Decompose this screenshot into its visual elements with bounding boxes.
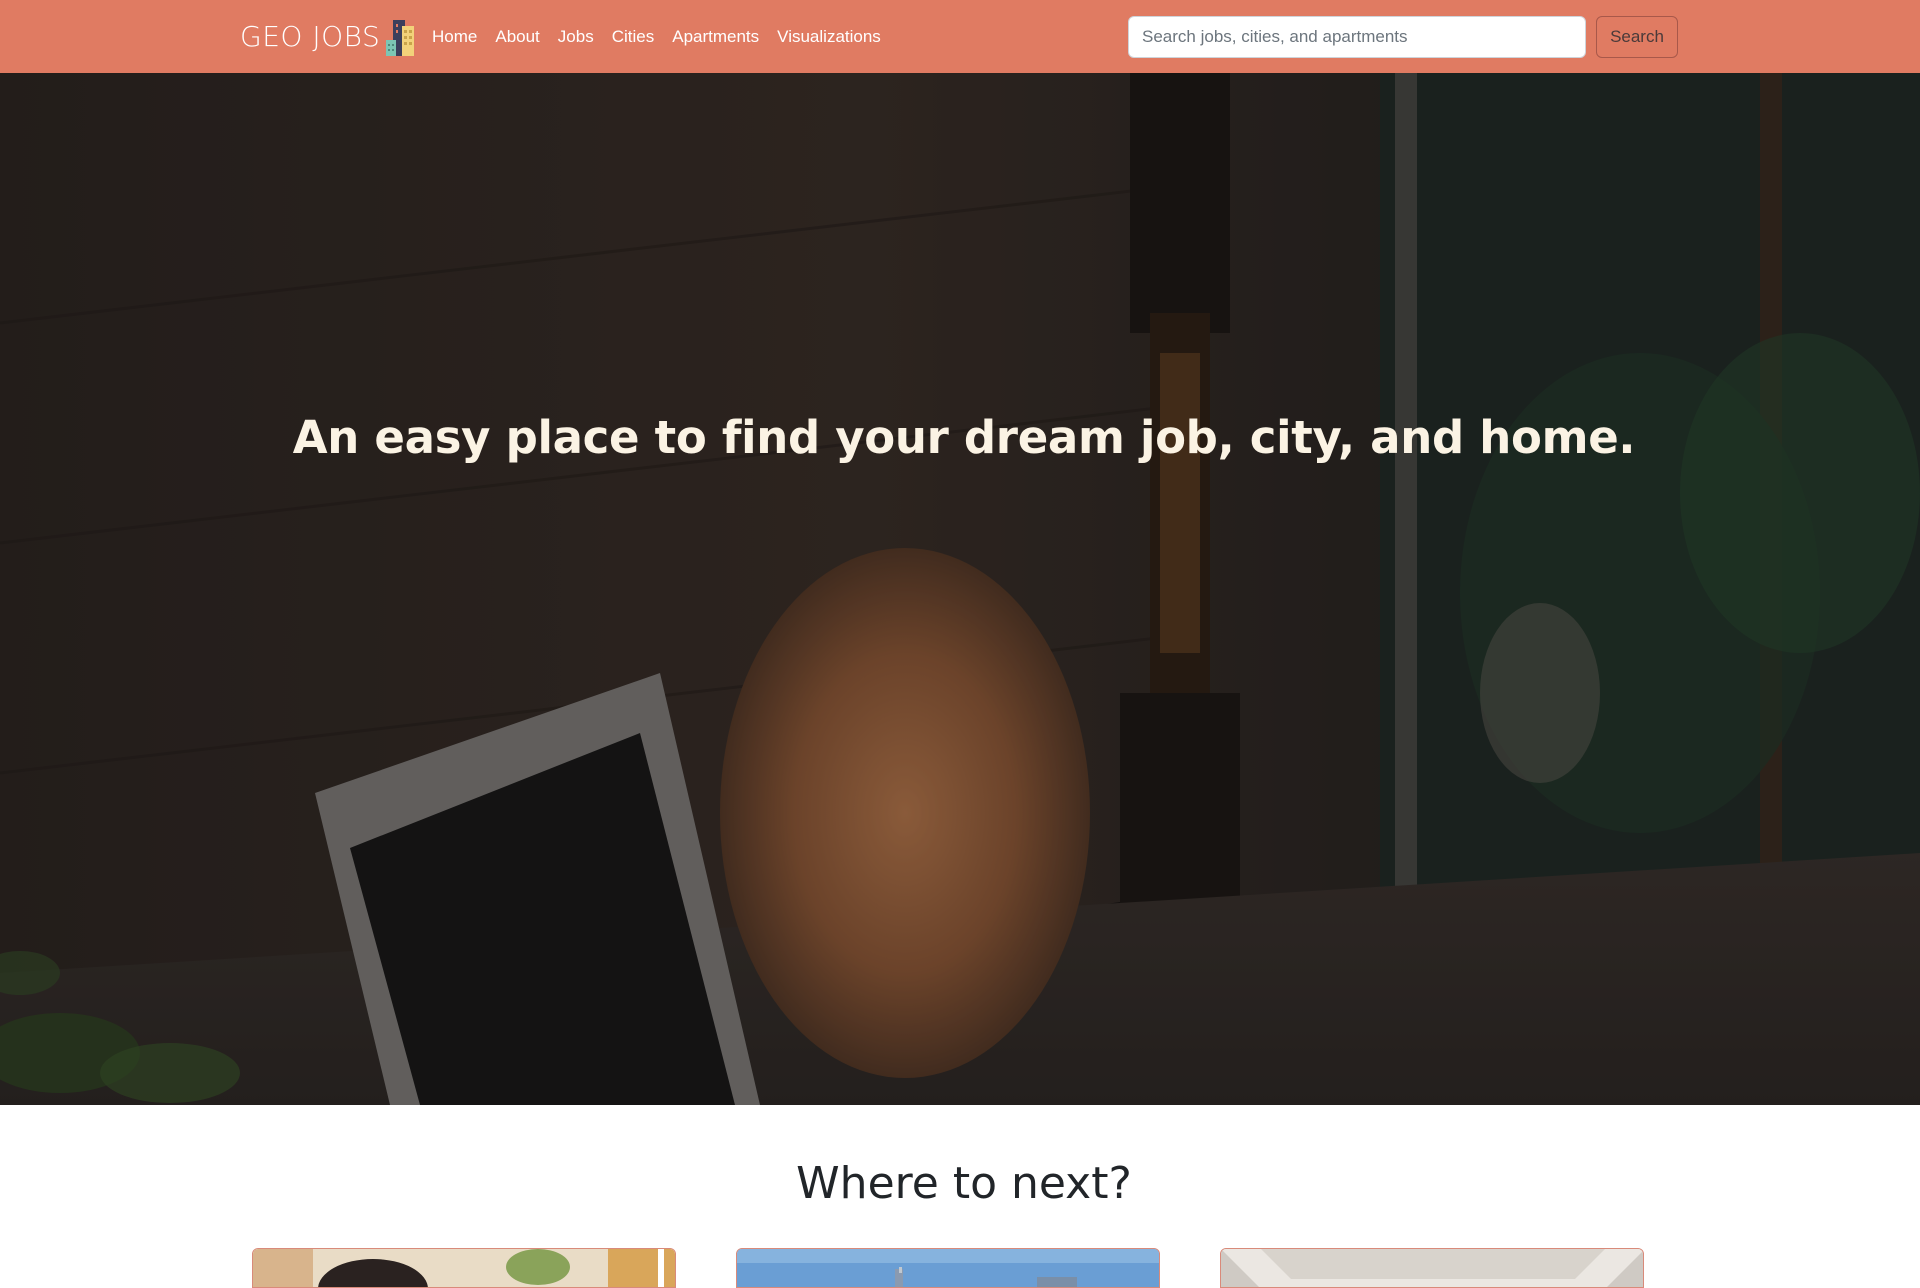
hero-banner: An easy place to find your dream job, ci… xyxy=(0,73,1920,1105)
nav-links: Home About Jobs Cities Apartments Visual… xyxy=(432,0,899,73)
nav-visualizations[interactable]: Visualizations xyxy=(777,27,881,47)
nav-apartments[interactable]: Apartments xyxy=(672,27,759,47)
jobs-card-image xyxy=(253,1249,675,1287)
nav-home[interactable]: Home xyxy=(432,27,477,47)
section-title: Where to next? xyxy=(796,1158,1132,1209)
hero-title: An easy place to find your dream job, ci… xyxy=(292,411,1636,464)
cities-card[interactable] xyxy=(736,1248,1160,1288)
brand-link[interactable]: GEO JOBS xyxy=(240,14,416,58)
nav-cities[interactable]: Cities xyxy=(612,27,655,47)
jobs-card[interactable] xyxy=(252,1248,676,1288)
apartments-card[interactable] xyxy=(1220,1248,1644,1288)
navbar: GEO JOBS Home About Jobs Cities Apartmen… xyxy=(0,0,1920,73)
hero-overlay xyxy=(0,73,1920,1105)
apartments-card-image xyxy=(1221,1249,1643,1287)
nav-about[interactable]: About xyxy=(495,27,539,47)
nav-jobs[interactable]: Jobs xyxy=(558,27,594,47)
cities-card-image xyxy=(737,1249,1159,1287)
search-button[interactable]: Search xyxy=(1596,16,1678,58)
search-input[interactable] xyxy=(1128,16,1586,58)
city-buildings-icon xyxy=(386,20,415,56)
brand-name: GEO JOBS xyxy=(240,19,381,53)
